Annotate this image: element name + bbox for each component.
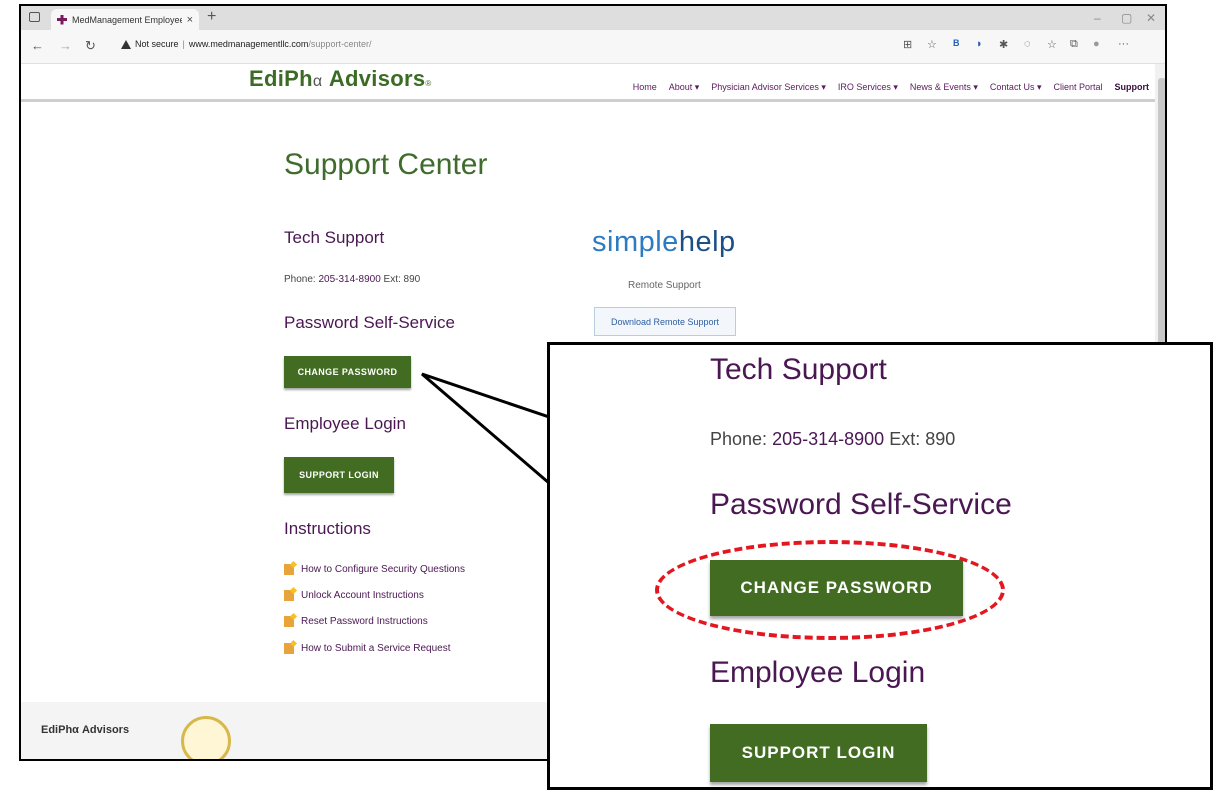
zoom-employee-login-heading: Employee Login [710, 656, 926, 689]
zoom-phone-ext: Ext: 890 [889, 429, 956, 449]
zoom-support-login-button: SUPPORT LOGIN [710, 724, 927, 782]
zoom-phone-line: Phone: 205-314-8900 Ext: 890 [710, 429, 955, 450]
zoom-phone-number: 205-314-8900 [772, 429, 885, 449]
zoom-tech-support-heading: Tech Support [710, 353, 887, 386]
zoom-phone-label: Phone: [710, 429, 768, 449]
highlight-circle [655, 540, 1005, 640]
zoom-password-heading: Password Self-Service [710, 488, 1012, 521]
zoom-callout: Tech Support Phone: 205-314-8900 Ext: 89… [547, 342, 1213, 790]
